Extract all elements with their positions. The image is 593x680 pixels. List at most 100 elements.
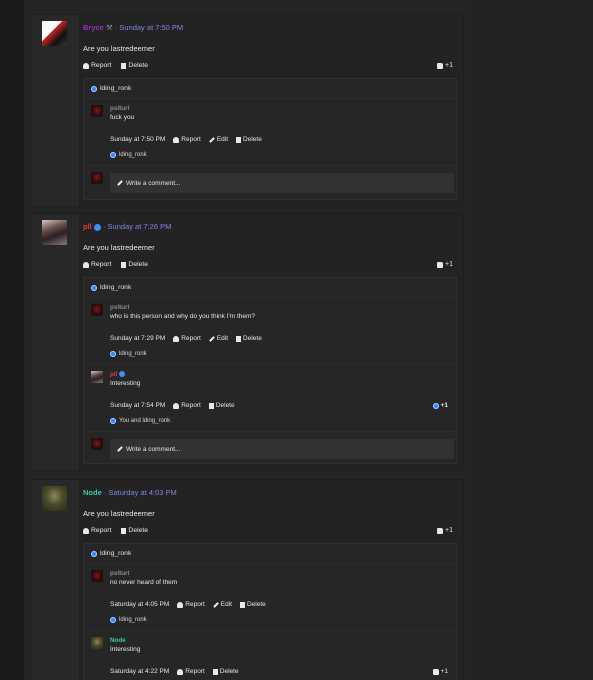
delete-button[interactable]: Delete xyxy=(121,261,148,268)
comment-reaction-summary[interactable]: lding_ronk xyxy=(110,351,147,357)
bell-icon xyxy=(177,601,184,608)
report-button[interactable]: Report xyxy=(173,335,201,342)
comment-actions: Sunday at 7:54 PM Report Delete xyxy=(110,402,235,409)
trash-icon xyxy=(239,601,245,608)
pencil-icon xyxy=(208,335,215,342)
comment-like-button[interactable]: +1 xyxy=(432,668,448,675)
verified-icon xyxy=(119,371,126,378)
like-button[interactable]: +1 xyxy=(437,527,453,534)
delete-button[interactable]: Delete xyxy=(236,335,262,342)
like-reaction-icon xyxy=(91,85,97,92)
comment-avatar[interactable] xyxy=(91,570,103,582)
trash-icon xyxy=(208,402,214,409)
left-gutter xyxy=(0,0,24,680)
post-author[interactable]: Bryce xyxy=(83,23,104,32)
bell-icon xyxy=(173,335,180,342)
comment-text: Interesting xyxy=(110,646,141,653)
delete-button[interactable]: Delete xyxy=(208,402,235,409)
like-reaction-icon xyxy=(91,550,97,557)
trash-icon xyxy=(212,668,218,675)
current-user-avatar xyxy=(91,172,103,184)
comment-reaction-summary[interactable]: You and lding_ronk xyxy=(110,418,170,424)
comment-reaction-summary[interactable]: lding_ronk xyxy=(110,152,147,158)
comment-author[interactable]: pll xyxy=(110,371,126,378)
bell-icon xyxy=(173,136,180,143)
thumbs-up-icon xyxy=(437,261,444,268)
profile-posts-page: Bryce ⚒ · Sunday at 7:50 PM Are you last… xyxy=(0,0,593,680)
reaction-summary[interactable]: lding_ronk xyxy=(91,550,131,557)
comment-time[interactable]: Sunday at 7:50 PM xyxy=(110,136,165,143)
post-actions: Report Delete xyxy=(83,62,148,69)
bell-icon xyxy=(177,668,184,675)
comment-author[interactable]: pslturl xyxy=(110,570,129,577)
comment-time[interactable]: Saturday at 4:05 PM xyxy=(110,601,169,608)
like-reaction-icon xyxy=(110,418,116,424)
report-button[interactable]: Report xyxy=(83,62,111,69)
profile-post: Node · Saturday at 4:03 PM Are you lastr… xyxy=(30,479,464,680)
comment-author[interactable]: pslturl xyxy=(110,105,129,112)
report-button[interactable]: Report xyxy=(177,668,205,675)
comment-like-button[interactable]: +1 xyxy=(432,402,448,409)
verified-icon xyxy=(93,223,101,231)
profile-post: pll · Sunday at 7:26 PM Are you lastrede… xyxy=(30,213,464,471)
bell-icon xyxy=(173,402,180,409)
avatar[interactable] xyxy=(42,220,67,245)
delete-button[interactable]: Delete xyxy=(212,668,239,675)
post-message: Are you lastredeemer xyxy=(83,509,155,518)
post-time[interactable]: Saturday at 4:03 PM xyxy=(108,488,176,497)
thumbs-up-icon xyxy=(437,62,444,69)
report-button[interactable]: Report xyxy=(173,136,201,143)
post-author[interactable]: pll xyxy=(83,222,92,231)
report-button[interactable]: Report xyxy=(83,527,111,534)
post-message: Are you lastredeemer xyxy=(83,243,155,252)
edit-button[interactable]: Edit xyxy=(208,136,228,143)
avatar[interactable] xyxy=(42,21,67,46)
post-time[interactable]: Sunday at 7:50 PM xyxy=(119,23,183,32)
trash-icon xyxy=(236,136,242,143)
comment-avatar[interactable] xyxy=(91,371,103,383)
comment-text: who is this person and why do you think … xyxy=(110,313,256,320)
edit-button[interactable]: Edit xyxy=(208,335,228,342)
pencil-icon xyxy=(117,180,123,186)
like-reaction-icon xyxy=(110,351,116,357)
comment-text: Interesting xyxy=(110,380,141,387)
comment-avatar[interactable] xyxy=(91,304,103,316)
comment-reaction-summary[interactable]: lding_ronk xyxy=(110,617,147,623)
trash-icon xyxy=(121,62,127,69)
avatar[interactable] xyxy=(42,486,67,511)
post-meta: pll · Sunday at 7:26 PM xyxy=(83,222,172,231)
delete-button[interactable]: Delete xyxy=(239,601,266,608)
post-author[interactable]: Node xyxy=(83,488,102,497)
write-comment-input[interactable]: Write a comment... xyxy=(110,173,454,193)
comment-author[interactable]: Node xyxy=(110,637,126,644)
report-button[interactable]: Report xyxy=(173,402,201,409)
comment-avatar[interactable] xyxy=(91,105,103,117)
report-button[interactable]: Report xyxy=(83,261,111,268)
pencil-icon xyxy=(117,446,123,452)
comment-actions: Saturday at 4:22 PM Report Delete xyxy=(110,668,239,675)
comment-avatar[interactable] xyxy=(91,637,103,649)
post-time[interactable]: Sunday at 7:26 PM xyxy=(108,222,172,231)
comment-time[interactable]: Saturday at 4:22 PM xyxy=(110,668,169,675)
bell-icon xyxy=(83,62,89,69)
pencil-icon xyxy=(208,136,215,143)
like-reaction-icon xyxy=(91,284,97,291)
post-actions: Report Delete xyxy=(83,527,148,534)
edit-button[interactable]: Edit xyxy=(212,601,232,608)
pencil-icon xyxy=(212,601,219,608)
write-comment-input[interactable]: Write a comment... xyxy=(110,439,454,459)
liked-reaction-icon xyxy=(432,402,439,409)
comments-box: lding_ronk pslturl who is this person an… xyxy=(83,277,457,464)
like-button[interactable]: +1 xyxy=(437,62,453,69)
reaction-summary[interactable]: lding_ronk xyxy=(91,85,131,92)
delete-button[interactable]: Delete xyxy=(121,62,148,69)
comment-time[interactable]: Sunday at 7:54 PM xyxy=(110,402,165,409)
comment-author[interactable]: pslturl xyxy=(110,304,129,311)
delete-button[interactable]: Delete xyxy=(121,527,148,534)
reaction-summary[interactable]: lding_ronk xyxy=(91,284,131,291)
like-button[interactable]: +1 xyxy=(437,261,453,268)
comment-time[interactable]: Sunday at 7:29 PM xyxy=(110,335,165,342)
comment-text: no never heard of them xyxy=(110,579,178,586)
delete-button[interactable]: Delete xyxy=(236,136,262,143)
report-button[interactable]: Report xyxy=(177,601,205,608)
